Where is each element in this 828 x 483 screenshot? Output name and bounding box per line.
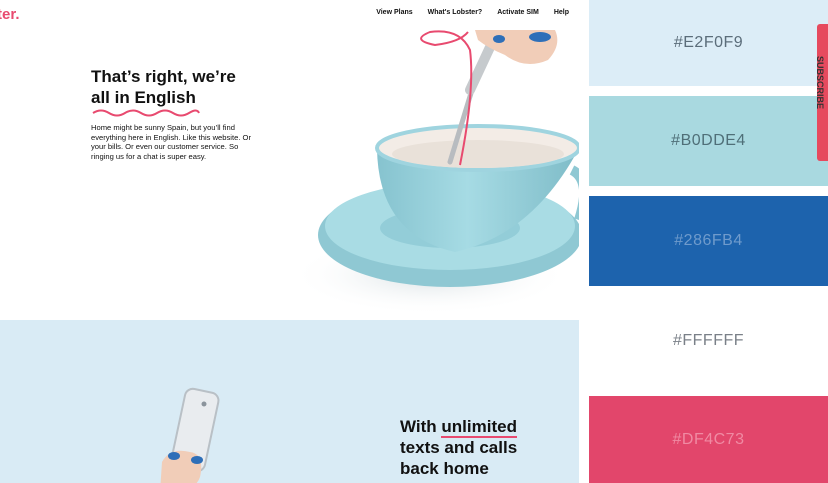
english-headline: That’s right, we’re all in English	[91, 66, 236, 108]
unlimited-headline-underlined: unlimited	[441, 417, 517, 438]
swatch-5-hex: #DF4C73	[672, 430, 745, 448]
site-logo[interactable]: ter.	[0, 6, 20, 23]
swatch-1[interactable]: #E2F0F9	[589, 0, 828, 86]
teacup-illustration	[300, 30, 579, 315]
unlimited-headline-line3: back home	[400, 459, 489, 478]
english-section: That’s right, we’re all in English Home …	[0, 30, 579, 320]
swatch-3-hex: #286FB4	[674, 232, 743, 249]
subscribe-label: SUBSCRIBE	[815, 56, 825, 110]
english-headline-line1: That’s right, we’re	[91, 67, 236, 86]
swatch-3[interactable]: #286FB4	[589, 196, 828, 286]
unlimited-calls-section: With unlimited texts and calls back home	[0, 320, 579, 483]
nav-activate-sim[interactable]: Activate SIM	[497, 9, 539, 16]
swatch-2-hex: #B0DDE4	[671, 132, 746, 149]
color-palette: #E2F0F9 #B0DDE4 #286FB4 #FFFFFF #DF4C73	[589, 0, 828, 483]
unlimited-headline-line2: texts and calls	[400, 438, 518, 457]
nav-whats-lobster[interactable]: What's Lobster?	[428, 9, 483, 16]
squiggle-underline-icon	[92, 109, 200, 117]
swatch-1-hex: #E2F0F9	[673, 34, 744, 51]
subscribe-tab[interactable]: SUBSCRIBE	[815, 24, 828, 161]
english-paragraph: Home might be sunny Spain, but you’ll fi…	[91, 123, 251, 161]
unlimited-headline: With unlimited texts and calls back home	[400, 416, 560, 479]
swatch-2[interactable]: #B0DDE4	[589, 96, 828, 186]
site-header: ter. View Plans What's Lobster? Activate…	[0, 0, 579, 30]
swatch-5[interactable]: #DF4C73	[589, 396, 828, 483]
swatch-4[interactable]: #FFFFFF	[589, 296, 828, 386]
nav-view-plans[interactable]: View Plans	[376, 9, 412, 16]
unlimited-headline-with: With	[400, 417, 437, 436]
nav-help[interactable]: Help	[554, 9, 569, 16]
swatch-4-hex: #FFFFFF	[672, 332, 745, 349]
website-screenshot: ter. View Plans What's Lobster? Activate…	[0, 0, 579, 483]
hand-phone-illustration	[160, 387, 220, 483]
english-headline-line2: all in English	[91, 88, 196, 107]
site-nav: View Plans What's Lobster? Activate SIM …	[376, 9, 569, 16]
